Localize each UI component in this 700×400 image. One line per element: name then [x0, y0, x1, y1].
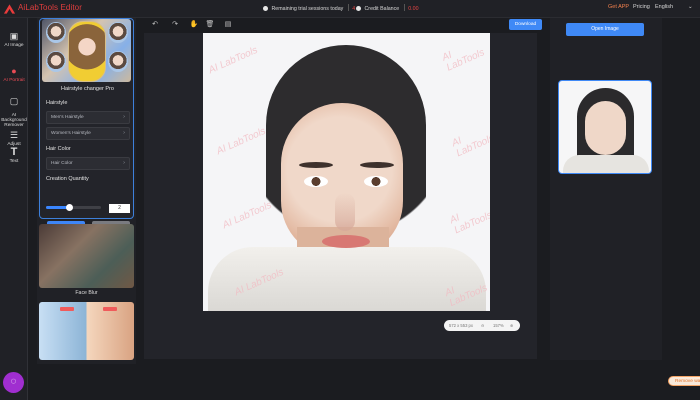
hair-color-label: Hair Color — [46, 146, 71, 152]
thumbnail-face — [585, 101, 626, 155]
left-eye — [304, 176, 328, 187]
feature-title: Hairstyle changer Pro — [61, 86, 114, 92]
creation-quantity-input[interactable]: 2 — [109, 204, 130, 213]
slider-handle[interactable] — [66, 204, 73, 211]
right-eyebrow — [360, 162, 394, 168]
separator — [347, 4, 349, 11]
hand-tool-icon[interactable]: ✋ — [189, 20, 199, 28]
left-tool-nav: ▣ AI Image ● AI Portrait ▢ AI Background… — [0, 18, 28, 400]
zoom-out-icon[interactable]: ⊖ — [481, 323, 485, 328]
watermark-text: AI LabTools — [207, 44, 260, 77]
watermark-text: AI LabTools — [215, 125, 268, 158]
right-preview-panel — [550, 18, 662, 360]
info-dot-icon — [356, 6, 361, 11]
sidebar-item-adjust[interactable]: ☰ Adjust — [0, 130, 28, 148]
chevron-down-icon[interactable]: ⌄ — [688, 4, 693, 10]
portrait-thumbnail — [46, 51, 66, 72]
face-blur-card[interactable] — [39, 224, 134, 288]
download-button[interactable]: Download — [509, 19, 542, 30]
trial-sessions-info: Remaining trial sessions today 4 — [263, 4, 355, 12]
portrait-hoodie — [208, 247, 486, 311]
slider-fill — [46, 206, 68, 209]
right-eye — [364, 176, 388, 187]
background-remover-icon: ▢ — [9, 96, 19, 106]
credit-balance-info: Credit Balance 0.00 — [356, 4, 419, 12]
portrait-thumbnail — [108, 22, 128, 43]
remove-watermark-tab[interactable]: Remove wa — [668, 376, 700, 386]
person-icon: ● — [11, 66, 17, 76]
text-icon: T — [10, 146, 18, 158]
chat-button[interactable]: ◌ — [3, 372, 24, 393]
portrait-canvas[interactable]: AI LabTools AI LabTools AI LabTools AI L… — [203, 33, 490, 311]
chevron-right-icon: › — [123, 114, 125, 120]
separator — [403, 4, 405, 11]
info-dot-icon — [263, 6, 268, 11]
face-blur-label: Face Blur — [75, 290, 98, 296]
watermark-text: AI LabTools — [440, 47, 487, 74]
original-image-thumbnail[interactable] — [558, 80, 652, 174]
mens-hairstyle-select[interactable]: Men's Hairstyle › — [46, 111, 130, 124]
layers-icon[interactable]: ▤ — [223, 20, 233, 28]
creation-quantity-label: Creation Quantity — [46, 176, 89, 182]
hairstyle-label: Hairstyle — [46, 100, 68, 106]
after-badge — [103, 307, 117, 311]
undo-icon[interactable]: ↶ — [150, 20, 160, 28]
image-icon: ▣ — [9, 31, 19, 41]
before-badge — [60, 307, 74, 311]
watermark-text: AI LabTools — [450, 132, 490, 160]
sidebar-item-ai-image[interactable]: ▣ AI Image — [0, 31, 28, 49]
womens-hairstyle-select[interactable]: Women's Hairstyle › — [46, 127, 130, 140]
featured-portrait-thumbnail — [68, 21, 106, 82]
hairstyle-comparison-card[interactable] — [39, 302, 134, 360]
sidebar-item-ai-portrait[interactable]: ● AI Portrait — [0, 66, 28, 84]
top-bar: AiLabTools Editor Remaining trial sessio… — [0, 0, 700, 18]
hairstyle-preview-image — [42, 19, 131, 82]
app-title: AiLabTools Editor — [18, 3, 82, 12]
chat-icon: ◌ — [10, 376, 17, 387]
canvas-status-bar: 572 x 553 px ⊖ 157% ⊕ — [444, 320, 520, 331]
portrait-mouth — [322, 235, 370, 248]
open-image-button[interactable]: Open Image — [566, 23, 644, 36]
sidebar-item-text[interactable]: T Text — [0, 146, 28, 165]
redo-icon[interactable]: ↷ — [170, 20, 180, 28]
portrait-nose — [335, 193, 355, 231]
left-eyebrow — [299, 162, 333, 168]
image-dimensions: 572 x 553 px — [449, 323, 473, 328]
portrait-thumbnail — [108, 51, 128, 72]
pricing-link[interactable]: Pricing — [633, 4, 650, 10]
chevron-right-icon: › — [123, 160, 125, 166]
portrait-thumbnail — [46, 22, 66, 43]
creation-quantity-slider[interactable] — [46, 204, 101, 211]
hair-color-select[interactable]: Hair Color › — [46, 157, 130, 170]
language-select[interactable]: English — [655, 4, 673, 10]
zoom-in-icon[interactable]: ⊕ — [510, 323, 514, 328]
ailabtools-logo-icon — [3, 4, 16, 14]
zoom-level: 157% — [493, 323, 504, 328]
hairstyle-changer-card[interactable]: Hairstyle changer Pro Hairstyle Men's Ha… — [39, 18, 134, 233]
adjust-icon: ☰ — [9, 130, 19, 140]
chevron-right-icon: › — [123, 130, 125, 136]
thumbnail-hoodie — [563, 155, 649, 173]
sidebar-item-ai-background-remover[interactable]: ▢ AI Background Remover — [0, 92, 28, 129]
delete-icon[interactable]: 🗑 — [205, 20, 215, 28]
watermark-text: AI LabTools — [448, 209, 490, 237]
get-app-link[interactable]: Get APP — [608, 4, 629, 10]
